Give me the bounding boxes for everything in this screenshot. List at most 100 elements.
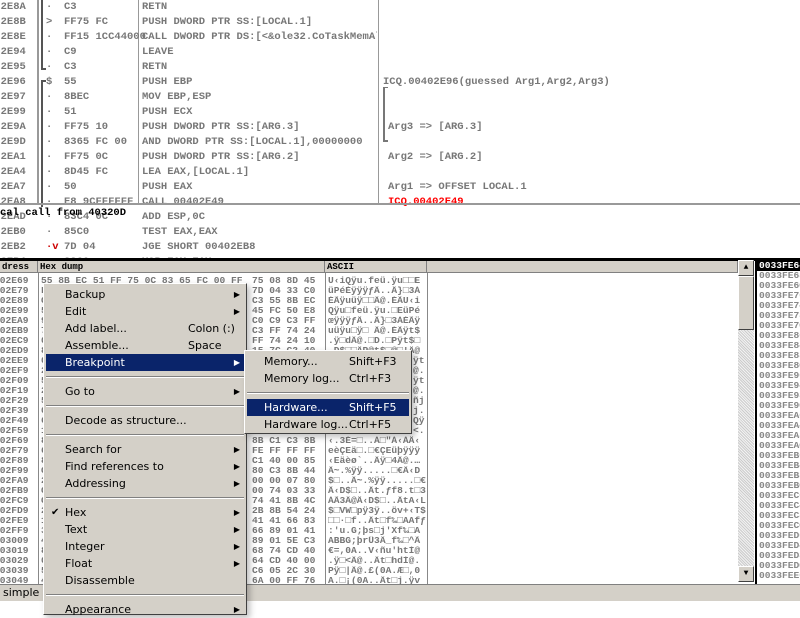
jump-marker: · bbox=[46, 61, 53, 73]
address-cell: 402E8E bbox=[0, 31, 26, 43]
address-cell: 402E96 bbox=[0, 76, 26, 88]
menu-item-label: Text bbox=[65, 523, 88, 536]
menu-item-addressing[interactable]: Addressing ▶ bbox=[46, 475, 244, 492]
menu-separator bbox=[46, 434, 244, 436]
disasm-row[interactable]: 402EA7 · 50 PUSH EAX Arg1 => OFFSET LOCAL.1 bbox=[0, 180, 800, 195]
menu-item-edit[interactable]: Edit ▶ bbox=[46, 303, 244, 320]
menu-item-label: Hex bbox=[65, 506, 87, 519]
submenu-arrow-icon: ▶ bbox=[233, 542, 240, 551]
ascii-cell: œÿÿÿƒÄ..Ä}□3ÀÉÃÿ bbox=[328, 316, 421, 326]
address-cell: 402EA7 bbox=[0, 181, 26, 193]
command-cell: PUSH ECX bbox=[142, 106, 193, 118]
menu-item-assemble[interactable]: Assemble... Space bbox=[46, 337, 244, 354]
menu-item-search-for[interactable]: Search for ▶ bbox=[46, 441, 244, 458]
submenu-arrow-icon: ▶ bbox=[233, 462, 240, 471]
submenu-arrow-icon: ▶ bbox=[233, 290, 240, 299]
jump-marker: · bbox=[46, 121, 53, 133]
disasm-row[interactable]: 402E95 · C3 RETN bbox=[0, 60, 800, 75]
scroll-down-icon[interactable]: ▼ bbox=[738, 566, 754, 582]
stack-pane[interactable]: 0033FE640033FE680033FE6C0033FE700033FE74… bbox=[755, 258, 800, 587]
jump-marker: · bbox=[46, 106, 53, 118]
scroll-up-icon[interactable]: ▲ bbox=[738, 260, 754, 276]
menu-item-memory-log[interactable]: Memory log... Ctrl+F3 bbox=[247, 370, 409, 387]
menu-separator bbox=[46, 376, 244, 378]
menu-item-find-references-to[interactable]: Find references to ▶ bbox=[46, 458, 244, 475]
menu-item-disassemble[interactable]: Disassemble bbox=[46, 572, 244, 589]
jump-marker: · bbox=[46, 91, 53, 103]
jump-marker: · bbox=[46, 166, 53, 178]
column-header-hex[interactable]: Hex dump bbox=[38, 261, 325, 273]
menu-item-label: Breakpoint bbox=[65, 356, 125, 369]
menu-item-hardware-log[interactable]: Hardware log... Ctrl+F5 bbox=[247, 416, 409, 433]
menu-item-go-to[interactable]: Go to ▶ bbox=[46, 383, 244, 400]
command-cell: PUSH EBP bbox=[142, 76, 193, 88]
menu-item-memory[interactable]: Memory... Shift+F3 bbox=[247, 353, 409, 370]
menu-item-label: Appearance bbox=[65, 603, 132, 616]
menu-item-hardware[interactable]: Hardware... Shift+F5 bbox=[247, 399, 409, 416]
submenu-arrow-icon: ▶ bbox=[233, 358, 240, 367]
jump-marker: > bbox=[46, 16, 53, 28]
hex-cell: FF75 FC bbox=[64, 16, 109, 28]
disasm-row[interactable]: 402E8E · FF15 1CC44000CALL DWORD PTR DS:[<… bbox=[0, 30, 800, 45]
menu-item-text[interactable]: Text ▶ bbox=[46, 521, 244, 538]
disasm-row[interactable]: 402E96 $55 PUSH EBP ICQ.00402E96(guessed Ar… bbox=[0, 75, 800, 90]
menu-item-hex[interactable]: ✔ Hex ▶ bbox=[46, 504, 244, 521]
jump-marker: · bbox=[46, 136, 53, 148]
jump-marker: · bbox=[46, 226, 53, 238]
command-cell: MOV EBP,ESP bbox=[142, 91, 212, 103]
stack-row[interactable]: 0033FEE0 bbox=[759, 571, 800, 581]
menu-item-decode-as-structure[interactable]: Decode as structure... bbox=[46, 412, 244, 429]
comment-cell: ICQ.00402E96(guessed Arg1,Arg2,Arg3) bbox=[383, 76, 610, 88]
ascii-cell: uüÿu□ÿ□ Ä@.ÉÃÿt$ bbox=[328, 326, 421, 336]
disasm-row[interactable]: 402E99 · 51 PUSH ECX bbox=[0, 105, 800, 120]
menu-item-label: Go to bbox=[65, 385, 95, 398]
disasm-row[interactable]: 402E97 · 8BEC MOV EBP,ESP bbox=[0, 90, 800, 105]
disasm-row[interactable]: 402EB2 ·v 7D 04 JGE SHORT 00402EB8 bbox=[0, 240, 800, 255]
column-header-address[interactable]: dress bbox=[0, 261, 38, 273]
menu-item-appearance[interactable]: Appearance ▶ bbox=[46, 601, 244, 618]
menu-item-label: Disassemble bbox=[65, 574, 135, 587]
column-header-blank bbox=[427, 261, 738, 273]
menu-item-breakpoint[interactable]: Breakpoint ▶ bbox=[46, 354, 244, 371]
hex-cell: 85C0 bbox=[64, 226, 90, 238]
disasm-row[interactable]: 402E94 · C9 LEAVE bbox=[0, 45, 800, 60]
address-cell: 402EA1 bbox=[0, 151, 26, 163]
hex-cell: C3 bbox=[64, 61, 77, 73]
command-cell: LEAVE bbox=[142, 46, 174, 58]
scroll-thumb[interactable] bbox=[738, 276, 754, 330]
menu-separator bbox=[46, 497, 244, 499]
disasm-row[interactable]: 402EA1 · FF75 0C PUSH DWORD PTR SS:[ARG.2] A… bbox=[0, 150, 800, 165]
address-cell: 402EB0 bbox=[0, 226, 26, 238]
hex-cell: FF75 10 bbox=[64, 121, 109, 133]
hex-cell: 55 bbox=[64, 76, 77, 88]
disasm-row[interactable]: 402EA4 · 8D45 FC LEA EAX,[LOCAL.1] bbox=[0, 165, 800, 180]
ascii-cell: ABBG;þrÛ3Ä_f‰□^Ã bbox=[328, 536, 421, 546]
disasm-row[interactable]: 402E8B > FF75 FC PUSH DWORD PTR SS:[LOCAL.1… bbox=[0, 15, 800, 30]
jump-marker: · bbox=[46, 46, 53, 58]
submenu-arrow-icon: ▶ bbox=[233, 387, 240, 396]
ascii-cell: üPéÈÿÿÿƒÄ..Ä}□3À bbox=[328, 286, 421, 296]
menu-item-backup[interactable]: Backup ▶ bbox=[46, 286, 244, 303]
disasm-row[interactable]: 402E9A · FF75 10 PUSH DWORD PTR SS:[ARG.3] A… bbox=[0, 120, 800, 135]
menu-item-shortcut: Shift+F5 bbox=[349, 401, 397, 414]
address-cell: 402E8B bbox=[0, 16, 26, 28]
menu-item-integer[interactable]: Integer ▶ bbox=[46, 538, 244, 555]
disasm-row[interactable]: 402E8A · C3 RETN bbox=[0, 0, 800, 15]
menu-item-float[interactable]: Float ▶ bbox=[46, 555, 244, 572]
disasm-row[interactable]: 402EB0 · 85C0 TEST EAX,EAX bbox=[0, 225, 800, 240]
disassembly-pane[interactable]: 402E8A · C3 RETN 402E8B > FF75 FC PUSH DWORD PT… bbox=[0, 0, 800, 298]
menu-item-label: Hardware log... bbox=[264, 418, 348, 431]
column-header-ascii[interactable]: ASCII bbox=[325, 261, 427, 273]
address-cell: 402E99 bbox=[0, 106, 26, 118]
disasm-row[interactable]: 402E9D · 8365 FC 00 AND DWORD PTR SS:[LOCAL… bbox=[0, 135, 800, 150]
command-cell: LEA EAX,[LOCAL.1] bbox=[142, 166, 250, 178]
dump-scrollbar[interactable]: ▲ ▼ bbox=[738, 260, 754, 582]
menu-separator bbox=[46, 405, 244, 407]
jump-marker: ·v bbox=[46, 241, 59, 253]
menu-item-label: Assemble... bbox=[65, 339, 129, 352]
menu-item-add-label[interactable]: Add label... Colon (:) bbox=[46, 320, 244, 337]
submenu-arrow-icon: ▶ bbox=[233, 445, 240, 454]
menu-item-label: Find references to bbox=[65, 460, 164, 473]
ascii-cell: U‹iQÿu.feü.ÿu□□E bbox=[328, 276, 421, 286]
menu-item-label: Decode as structure... bbox=[65, 414, 187, 427]
